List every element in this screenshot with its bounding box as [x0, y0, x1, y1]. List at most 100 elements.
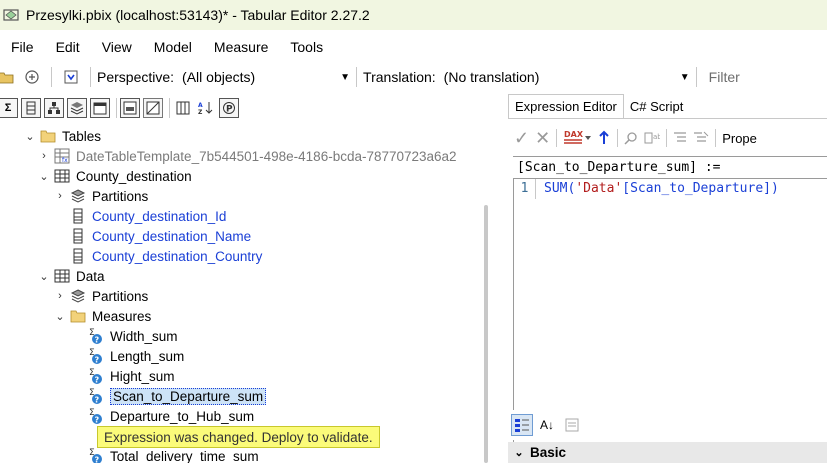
tree-node-measure[interactable]: Σ? Length_sum	[88, 346, 184, 366]
filter-input[interactable]: Filter	[709, 69, 740, 85]
measure-warning-icon: Σ?	[88, 368, 104, 385]
table-icon	[54, 168, 70, 184]
tree-node-label: County_destination_Name	[92, 228, 252, 244]
deploy-icon[interactable]	[61, 67, 81, 87]
svg-text:?: ?	[95, 356, 100, 365]
perspective-value: (All objects)	[182, 69, 256, 85]
property-category-basic[interactable]: ⌄ Basic	[508, 442, 827, 463]
sort-alphabetical-icon[interactable]: A↓	[536, 414, 558, 436]
editor-panel: Expression Editor C# Script ✓ ✕ DAX ab P…	[508, 94, 827, 463]
svg-text:?: ?	[95, 456, 100, 463]
tree-toolbar: Σ AZ P	[0, 94, 300, 122]
measure-warning-icon: Σ?	[88, 388, 104, 405]
validation-tooltip: Expression was changed. Deploy to valida…	[97, 426, 380, 448]
replace-icon[interactable]: ab	[644, 128, 660, 148]
chevron-right-icon[interactable]: ›	[54, 190, 66, 202]
tree-node-label: DateTableTemplate_7b544501-498e-4186-bcd…	[76, 148, 457, 164]
menu-model[interactable]: Model	[143, 33, 203, 61]
show-partitions-icon[interactable]	[67, 98, 87, 118]
menu-tools[interactable]: Tools	[279, 33, 334, 61]
accept-icon[interactable]: ✓	[514, 128, 529, 148]
tree-node-label: County_destination_Id	[92, 208, 227, 224]
tree-node-date-table[interactable]: › fx DateTableTemplate_7b544501-498e-418…	[38, 146, 457, 166]
toolbar-separator	[169, 98, 170, 118]
toolbar-separator	[695, 67, 697, 87]
tree-node-column[interactable]: County_destination_Name	[70, 226, 251, 246]
tree-node-column[interactable]: County_destination_Country	[70, 246, 262, 266]
property-pages-icon[interactable]	[561, 414, 583, 436]
show-measures-icon[interactable]: Σ	[0, 98, 18, 118]
tree-node-column[interactable]: County_destination_Id	[70, 206, 226, 226]
tree-node-label: Total_delivery_time_sum	[110, 448, 259, 463]
comment-icon[interactable]	[673, 128, 687, 148]
tree-node-measure[interactable]: Σ? Hight_sum	[88, 366, 175, 386]
show-columns-icon[interactable]	[21, 98, 41, 118]
chevron-down-icon[interactable]: ⌄	[54, 310, 66, 323]
calendar-icon[interactable]	[90, 98, 110, 118]
show-hierarchies-icon[interactable]	[44, 98, 64, 118]
tree-node-label: County_destination	[76, 168, 192, 184]
menu-measure[interactable]: Measure	[203, 33, 279, 61]
tree-node-county-destination[interactable]: ⌄ County_destination	[38, 166, 192, 186]
chevron-down-icon[interactable]: ⌄	[38, 270, 50, 283]
column-view-icon[interactable]	[173, 98, 193, 118]
menu-file[interactable]: File	[0, 33, 45, 61]
measure-warning-icon: Σ?	[88, 328, 104, 345]
tree-node-measure[interactable]: Σ? Total_delivery_time_sum	[88, 446, 259, 463]
property-grid-toolbar: A↓	[508, 410, 827, 440]
menu-edit[interactable]: Edit	[45, 33, 91, 61]
tree-node-measure[interactable]: Σ? Width_sum	[88, 326, 178, 346]
perspective-dropdown[interactable]: (All objects) ▼	[182, 69, 350, 85]
dax-formatter-icon[interactable]: DAX	[563, 128, 592, 148]
tree-node-partitions[interactable]: › Partitions	[54, 186, 148, 206]
tree-scrollbar[interactable]	[484, 205, 488, 463]
properties-tab-label[interactable]: Prope	[722, 128, 757, 148]
svg-text:ab: ab	[653, 133, 660, 141]
svg-text:Z: Z	[198, 109, 203, 115]
tree-node-label: Length_sum	[110, 348, 185, 364]
tree-node-measures-folder[interactable]: ⌄ Measures	[54, 306, 151, 326]
svg-text:DAX: DAX	[564, 130, 584, 139]
tree-node-measure-selected[interactable]: Σ? Scan_to_Departure_sum	[88, 386, 267, 406]
svg-text:?: ?	[95, 396, 100, 405]
tab-expression-editor[interactable]: Expression Editor	[508, 94, 624, 118]
measure-warning-icon: Σ?	[88, 448, 104, 463]
sort-alpha-icon[interactable]: AZ	[196, 98, 216, 118]
svg-text:?: ?	[95, 416, 100, 425]
tab-divider	[508, 118, 827, 119]
tree-node-measure[interactable]: Σ? Departure_to_Hub_sum	[88, 406, 254, 426]
chevron-down-icon[interactable]: ⌄	[24, 130, 36, 143]
perspective-toggle-icon[interactable]: P	[219, 98, 239, 118]
model-tree[interactable]: ⌄ Tables › fx DateTableTemplate_7b544501…	[0, 126, 480, 463]
measure-warning-icon: Σ?	[88, 348, 104, 365]
menu-view[interactable]: View	[91, 33, 143, 61]
chevron-right-icon[interactable]: ›	[54, 290, 66, 302]
translation-value: (No translation)	[443, 69, 540, 85]
line-number: 1	[514, 179, 536, 199]
chevron-down-icon[interactable]: ⌄	[508, 446, 530, 459]
svg-text:?: ?	[95, 376, 100, 385]
translation-label: Translation:	[363, 69, 436, 85]
show-all-icon[interactable]	[143, 98, 163, 118]
uncomment-icon[interactable]	[693, 128, 709, 148]
tooltip-text: Expression was changed. Deploy to valida…	[104, 429, 373, 445]
show-hidden-icon[interactable]	[120, 98, 140, 118]
tree-node-tables[interactable]: ⌄ Tables	[24, 126, 101, 146]
translation-dropdown[interactable]: (No translation) ▼	[444, 69, 690, 85]
tab-csharp-script[interactable]: C# Script	[624, 94, 689, 118]
categorized-icon[interactable]	[511, 414, 533, 436]
dependency-arrow-icon[interactable]	[597, 128, 611, 148]
code-string: 'Data'	[575, 181, 623, 196]
tree-node-partitions[interactable]: › Partitions	[54, 286, 148, 306]
chevron-down-icon[interactable]: ⌄	[38, 170, 50, 183]
tree-node-data-table[interactable]: ⌄ Data	[38, 266, 104, 286]
chevron-right-icon[interactable]: ›	[38, 150, 50, 162]
open-folder-icon[interactable]	[0, 67, 16, 87]
column-icon	[70, 248, 86, 264]
toolbar-separator	[90, 67, 91, 87]
search-icon[interactable]	[624, 128, 638, 148]
connect-icon[interactable]	[22, 67, 42, 87]
cancel-icon[interactable]: ✕	[535, 128, 550, 148]
toolbar-separator	[617, 129, 619, 147]
chevron-down-icon: ▼	[340, 71, 351, 83]
